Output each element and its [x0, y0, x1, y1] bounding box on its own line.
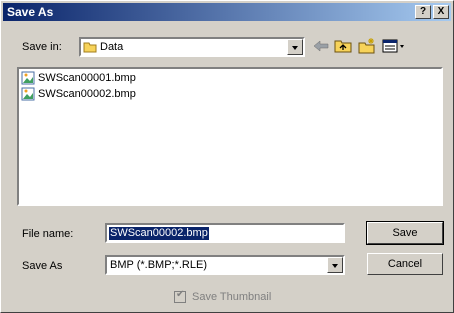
file-name-label: File name:: [22, 228, 74, 240]
save-in-label: Save in:: [22, 41, 62, 53]
file-name: SWScan00002.bmp: [38, 88, 136, 100]
save-as-type-value: BMP (*.BMP;*.RLE): [110, 259, 207, 271]
help-button[interactable]: ?: [415, 5, 431, 19]
chevron-down-icon[interactable]: [327, 257, 343, 273]
file-list[interactable]: SWScan00001.bmp SWScan00002.bmp: [17, 67, 443, 206]
save-as-label: Save As: [22, 260, 63, 272]
file-name-value: SWScan00002.bmp: [109, 227, 209, 240]
bitmap-file-icon: [21, 71, 35, 85]
chevron-down-icon[interactable]: [287, 39, 303, 55]
save-as-type-dropdown[interactable]: BMP (*.BMP;*.RLE): [105, 255, 345, 275]
up-folder-icon[interactable]: [333, 37, 353, 55]
save-in-dropdown[interactable]: Data: [79, 37, 305, 57]
save-in-value: Data: [100, 41, 124, 53]
file-name: SWScan00001.bmp: [38, 72, 136, 84]
file-name-field[interactable]: SWScan00002.bmp: [105, 223, 345, 243]
cancel-button[interactable]: Cancel: [367, 253, 443, 275]
save-as-dialog: Save As ? X Save in: Data SWScan00001.bm…: [0, 0, 454, 313]
save-thumbnail-checkbox[interactable]: [174, 289, 186, 303]
bitmap-file-icon: [21, 87, 35, 101]
folder-icon: [83, 42, 97, 53]
back-arrow-icon[interactable]: [311, 37, 331, 55]
new-folder-icon[interactable]: [357, 37, 377, 55]
save-thumbnail-label: Save Thumbnail: [192, 291, 272, 303]
close-button[interactable]: X: [433, 5, 449, 19]
save-button[interactable]: Save: [366, 221, 444, 245]
window-title: Save As: [7, 5, 54, 19]
view-menu-icon[interactable]: [381, 37, 407, 55]
title-bar[interactable]: Save As ? X: [3, 3, 451, 21]
